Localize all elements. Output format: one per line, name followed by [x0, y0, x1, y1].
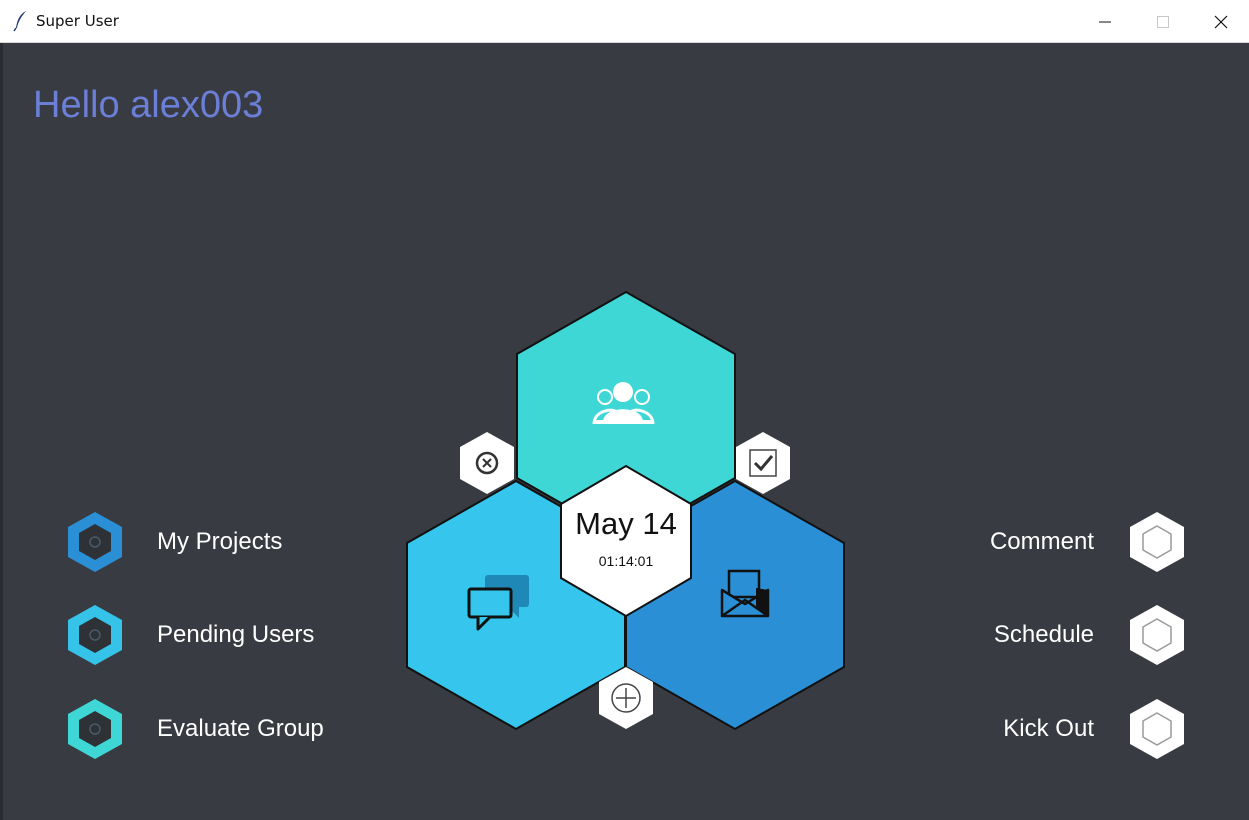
add-circle-icon: [611, 683, 641, 713]
approve-hex-button[interactable]: [736, 432, 790, 494]
checkbox-icon: [749, 449, 777, 477]
cancel-hex-button[interactable]: [460, 432, 514, 494]
time-text: 01:14:01: [599, 553, 654, 569]
date-text: May 14: [575, 506, 677, 541]
hex-cluster: May 14 01:14:01: [406, 290, 845, 731]
